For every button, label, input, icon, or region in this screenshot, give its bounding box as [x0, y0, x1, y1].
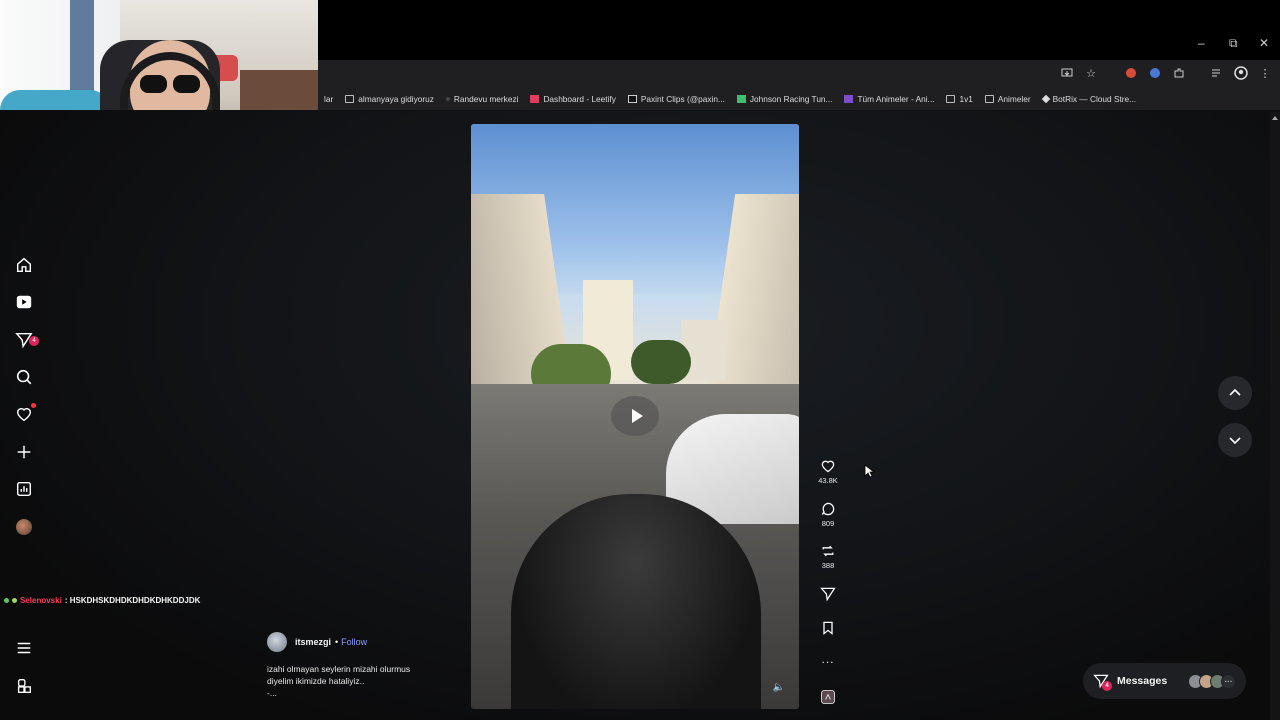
play-button[interactable]: [611, 396, 659, 436]
repost-count: 388: [821, 561, 835, 570]
comment-button[interactable]: 809: [815, 501, 841, 528]
folder-icon: [345, 95, 355, 103]
chat-username: Selenovski: [20, 596, 62, 605]
bookmark-item[interactable]: Randevu merkezi: [440, 94, 525, 104]
follow-button[interactable]: Follow: [341, 637, 367, 647]
more-icon[interactable]: [14, 676, 34, 696]
share-button[interactable]: [815, 586, 841, 604]
bookmark-star-icon[interactable]: ☆: [1084, 66, 1098, 80]
notification-dot: [31, 403, 36, 408]
bookmark-icon: [823, 621, 833, 635]
bookmark-item[interactable]: Tüm Animeler - Ani...: [838, 94, 940, 104]
reel-video[interactable]: 🔈: [471, 124, 799, 709]
next-reel-button[interactable]: [1218, 423, 1252, 457]
comment-count: 809: [821, 519, 835, 528]
chat-text: : HSKDHSKDHDKDHDKDHKDDJDK: [64, 596, 201, 605]
tiktok-icon: [627, 95, 637, 103]
comment-icon: [821, 502, 835, 516]
more-options-button[interactable]: ...: [815, 652, 841, 666]
messages-icon: 4: [1093, 673, 1112, 691]
messages-badge: 4: [29, 336, 39, 346]
site-icon: [736, 95, 746, 103]
recent-chat-avatars: ···: [1188, 673, 1236, 689]
address-bar[interactable]: ☆ ⋮: [318, 60, 1280, 88]
bookmark-folder[interactable]: Animeler: [979, 94, 1037, 104]
previous-reel-button[interactable]: [1218, 376, 1252, 410]
extension-blue-icon[interactable]: [1148, 66, 1162, 80]
messages-label: Messages: [1117, 675, 1168, 687]
badge-icon: [12, 598, 17, 603]
site-icon: [844, 95, 854, 103]
bookmarks-bar: lar almanyaya gidiyoruz Randevu merkezi …: [318, 88, 1280, 110]
folder-icon: [946, 95, 956, 103]
profile-icon[interactable]: [1234, 66, 1248, 80]
reels-icon[interactable]: [14, 292, 34, 312]
heart-icon: [821, 460, 835, 473]
messages-pill[interactable]: 4 Messages ···: [1083, 663, 1246, 699]
repost-icon: [822, 545, 834, 557]
messages-pill-badge: 4: [1102, 681, 1112, 691]
home-icon[interactable]: [14, 255, 34, 275]
restore-button[interactable]: ⧉: [1229, 36, 1238, 51]
audio-thumbnail-icon: [821, 690, 835, 704]
like-count: 43.8K: [818, 476, 838, 485]
site-icon: [1041, 94, 1050, 104]
like-button[interactable]: 43.8K: [815, 458, 841, 485]
dashboard-icon[interactable]: [14, 479, 34, 499]
chevron-down-icon: [1229, 437, 1241, 445]
bookmark-item[interactable]: Dashboard - Leetify: [524, 94, 621, 104]
media-controls-icon[interactable]: [1210, 66, 1224, 80]
mouse-cursor-icon: [864, 464, 874, 478]
repost-button[interactable]: 388: [815, 543, 841, 570]
search-icon[interactable]: [14, 367, 34, 387]
extensions-puzzle-icon[interactable]: [1172, 66, 1186, 80]
leetify-icon: [530, 95, 540, 103]
bookmark-folder[interactable]: almanyaya gidiyoruz: [339, 94, 440, 104]
bookmark-item[interactable]: BotRix — Cloud Stre...: [1037, 94, 1142, 104]
audio-button[interactable]: [815, 689, 841, 707]
browser-menu-icon[interactable]: ⋮: [1258, 66, 1272, 80]
stream-chat-message: Selenovski : HSKDHSKDHDKDHDKDHKDDJDK: [4, 596, 200, 605]
author-username[interactable]: itsmezgi: [295, 637, 331, 647]
volume-icon[interactable]: 🔈: [773, 682, 785, 693]
create-icon[interactable]: [14, 442, 34, 462]
bookmark-item[interactable]: lar: [318, 94, 339, 104]
author-avatar[interactable]: [267, 632, 287, 652]
badge-icon: [4, 598, 9, 603]
browser-titlebar: – ⧉ ✕: [318, 0, 1280, 60]
more-avatars: ···: [1221, 673, 1236, 689]
site-icon: [445, 97, 450, 101]
bookmark-folder[interactable]: 1v1: [940, 94, 978, 104]
separator-dot: •: [335, 637, 339, 647]
extension-red-icon[interactable]: [1124, 66, 1138, 80]
caption-line: izahi olmayan seylerin mizahi olurmus: [267, 664, 411, 674]
scrollbar[interactable]: [1270, 112, 1280, 720]
folder-icon: [984, 95, 994, 103]
bookmark-item[interactable]: Paxint Clips (@paxin...: [622, 94, 731, 104]
bookmark-item[interactable]: Johnson Racing Tun...: [731, 94, 839, 104]
close-button[interactable]: ✕: [1259, 36, 1269, 50]
profile-avatar[interactable]: [14, 517, 34, 537]
post-author: itsmezgi • Follow: [267, 632, 367, 652]
install-app-icon[interactable]: [1060, 66, 1074, 80]
send-icon: [820, 587, 836, 602]
caption-line: diyelim ikimizde hataliyiz..: [267, 676, 365, 686]
save-button[interactable]: [815, 620, 841, 638]
notifications-icon[interactable]: [14, 403, 36, 424]
post-caption[interactable]: izahi olmayan seylerin mizahi olurmus di…: [267, 663, 410, 699]
chevron-up-icon: [1229, 388, 1241, 396]
caption-more[interactable]: -...: [267, 687, 410, 699]
minimize-button[interactable]: –: [1198, 36, 1205, 50]
messages-icon[interactable]: 4: [14, 330, 39, 350]
menu-icon[interactable]: [14, 638, 34, 658]
